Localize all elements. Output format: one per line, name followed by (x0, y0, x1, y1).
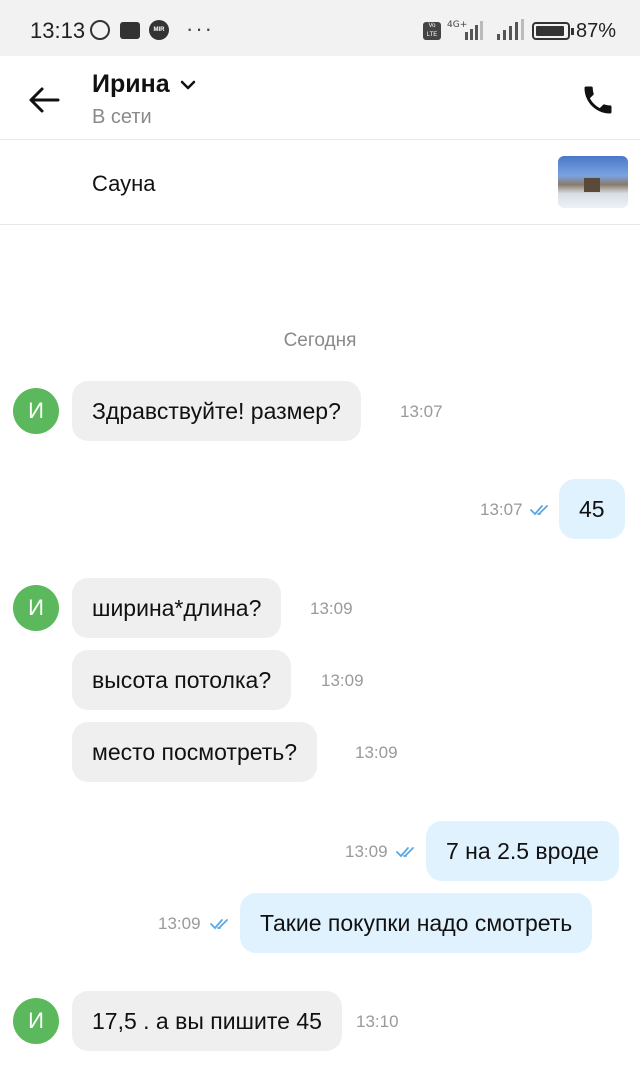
volte-icon: Vo LTE (423, 22, 441, 40)
chevron-down-icon[interactable] (180, 78, 196, 92)
message-bubble-incoming[interactable]: место посмотреть? (72, 722, 318, 782)
message-time: 13:09 (321, 671, 364, 690)
message-time: 13:07 (400, 402, 443, 421)
whatsapp-icon (90, 20, 110, 40)
contact-name[interactable]: Ирина (92, 70, 170, 99)
battery-percent: 87% (576, 20, 617, 42)
message-time: 13:10 (356, 1012, 399, 1031)
message-bubble-incoming[interactable]: высота потолка? (72, 650, 292, 710)
message-bubble-incoming[interactable]: ширина*длина? (72, 578, 282, 638)
listing-thumbnail[interactable] (558, 156, 628, 208)
message-time: 13:09 (355, 743, 398, 762)
read-checks-icon (530, 505, 548, 516)
message-bubble-incoming[interactable]: 17,5 . а вы пишите 45 (72, 991, 342, 1051)
more-icon: ··· (186, 16, 214, 41)
battery-icon (532, 22, 574, 40)
message-bubble-outgoing[interactable]: Такие покупки надо смотреть (240, 893, 593, 953)
message-time: 13:09 (158, 914, 201, 933)
message-bubble-incoming[interactable]: Здравствуйте! размер? (72, 381, 361, 441)
network-type-label: 4G+ (447, 20, 467, 30)
chat-header: Ирина В сети (0, 56, 640, 140)
mir-icon: MIR (149, 20, 169, 40)
avatar[interactable]: И (13, 388, 59, 434)
back-arrow-icon[interactable] (28, 86, 60, 114)
signal-icon: 4G+ (447, 20, 483, 40)
signal-icon-2 (497, 19, 524, 40)
avatar[interactable]: И (13, 998, 59, 1044)
message-time: 13:09 (310, 599, 353, 618)
message-bubble-outgoing[interactable]: 7 на 2.5 вроде (426, 821, 619, 881)
listing-bar[interactable]: Сауна (0, 141, 640, 225)
date-separator: Сегодня (283, 330, 357, 351)
phone-icon[interactable] (580, 82, 616, 118)
read-checks-icon (396, 847, 414, 858)
message-time: 13:07 (480, 500, 523, 519)
status-time: 13:13 (30, 18, 86, 43)
message-time: 13:09 (345, 842, 388, 861)
mail-icon (120, 22, 140, 39)
message-bubble-outgoing[interactable]: 45 (559, 479, 625, 539)
avatar[interactable]: И (13, 585, 59, 631)
status-bar: 13:13 MIR ··· Vo LTE 4G+ 87% (0, 0, 640, 56)
listing-title[interactable]: Сауна (92, 171, 156, 197)
read-checks-icon (210, 919, 228, 930)
contact-status: В сети (92, 106, 152, 128)
